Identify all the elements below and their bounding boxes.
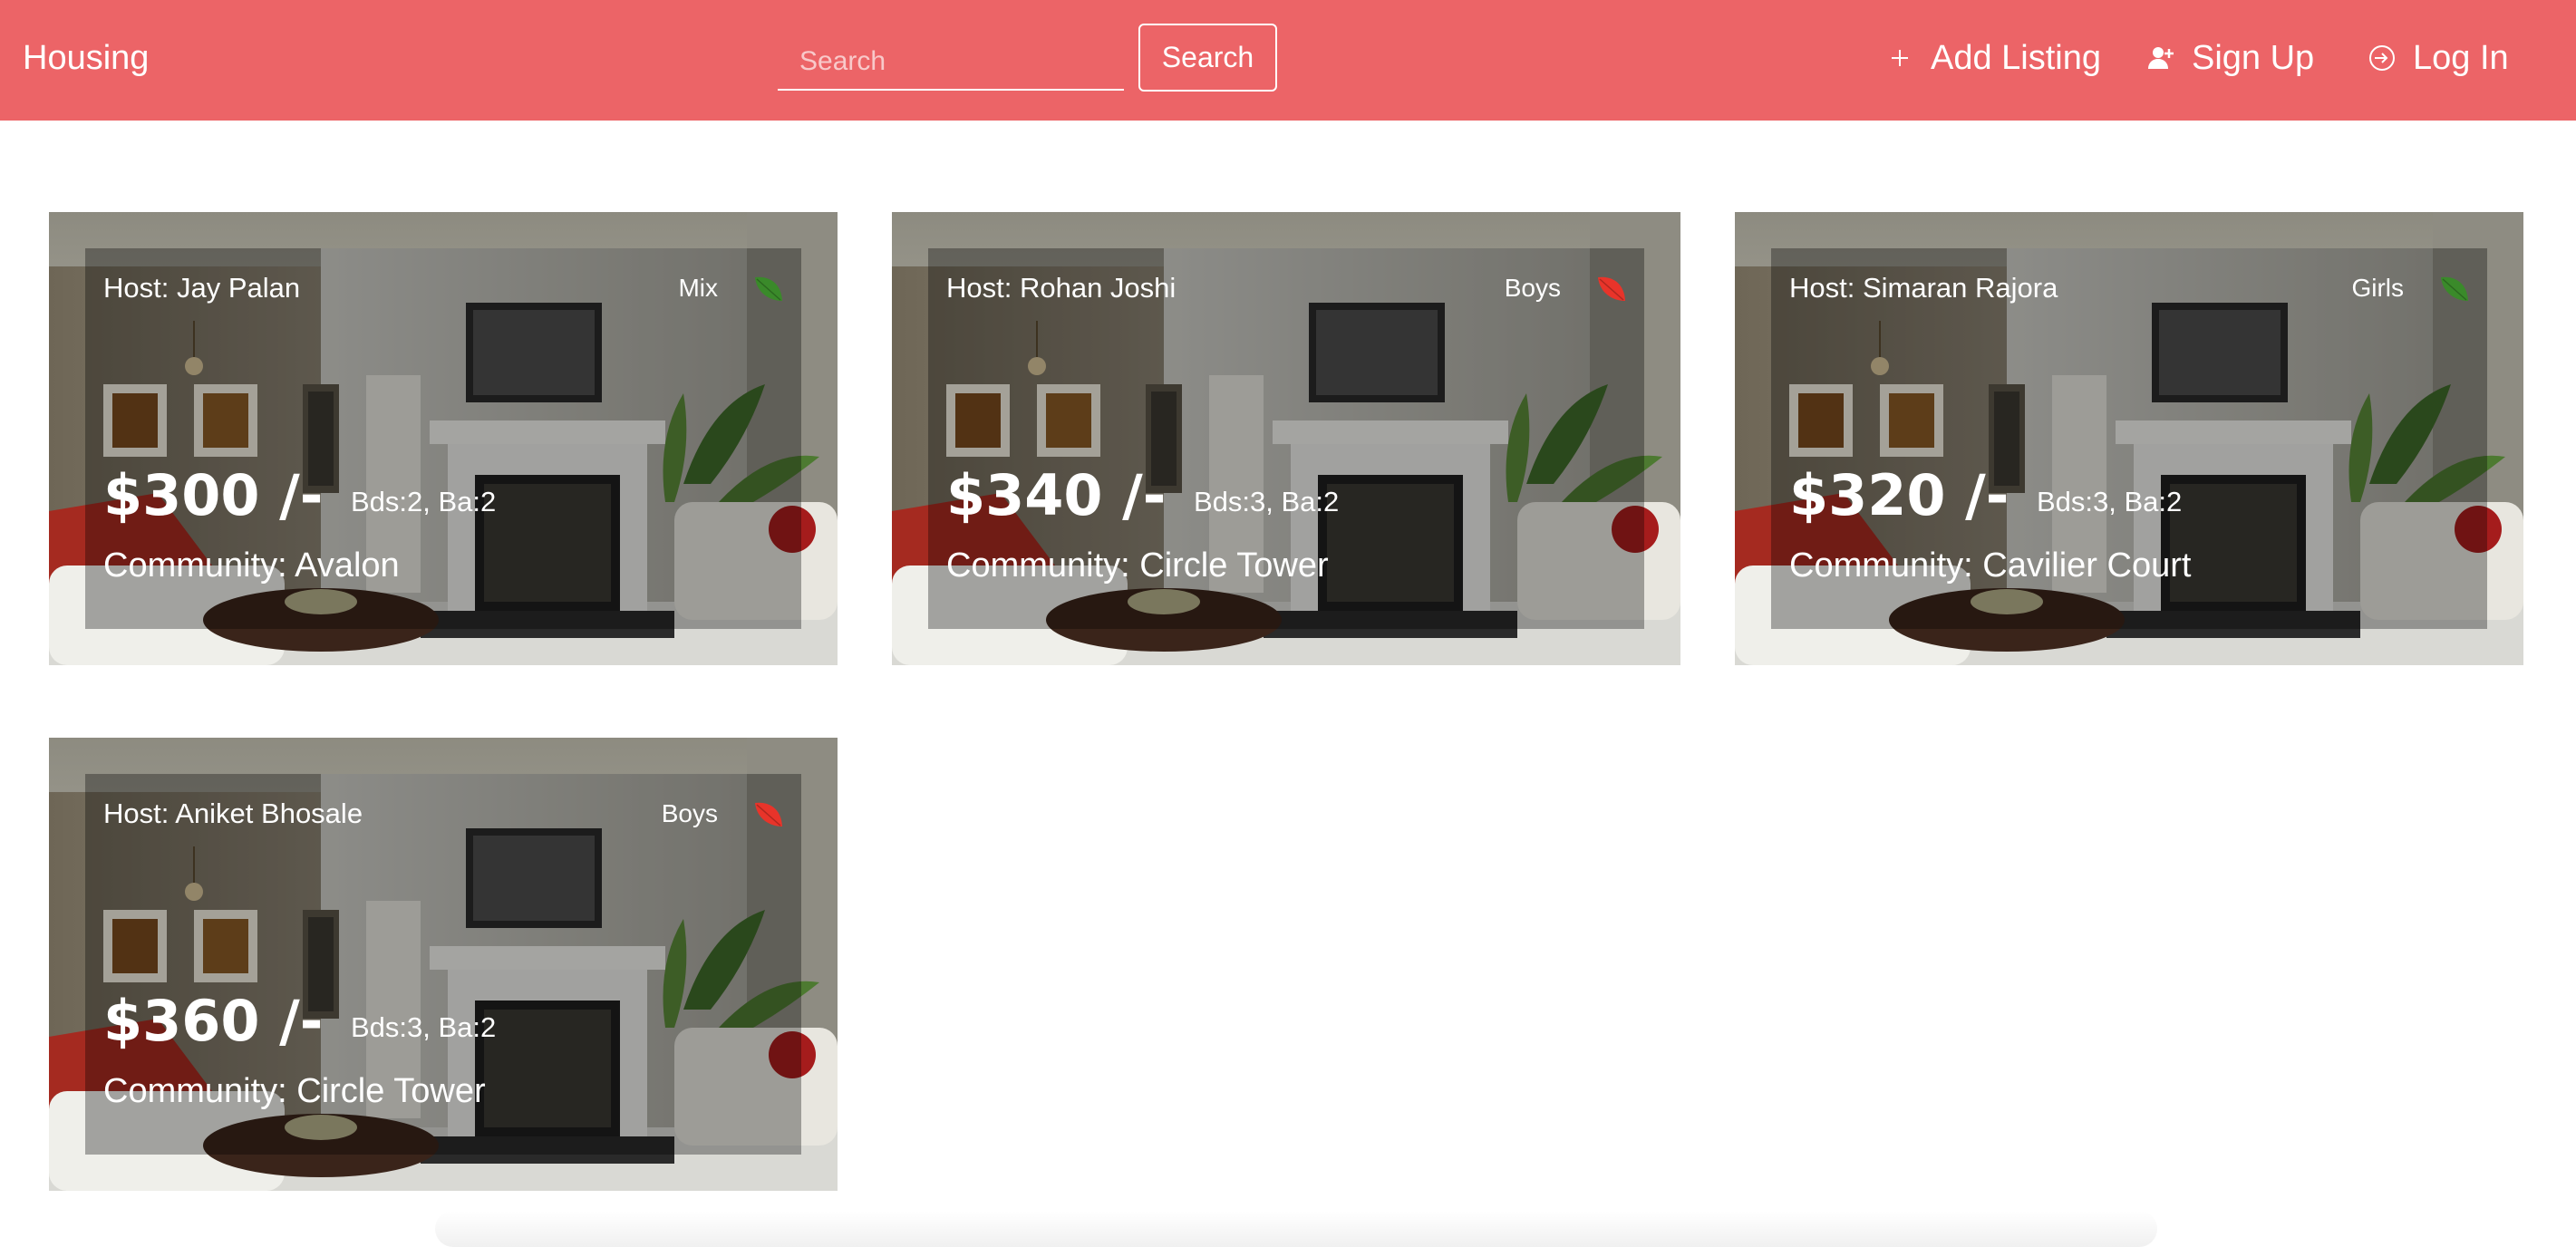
community-name: Community: Cavilier Court (1789, 546, 2192, 585)
search-input[interactable] (778, 34, 1124, 91)
listing-card[interactable]: Host: Aniket Bhosale Boys $360 /- Bds:3,… (49, 738, 838, 1191)
price: $340 /- (946, 462, 1167, 528)
rooms-info: Bds:3, Ba:2 (1194, 486, 1340, 517)
host-name: Host: Simaran Rajora (1789, 272, 2058, 304)
leaf-icon (752, 274, 785, 304)
sign-up-link[interactable]: Sign Up (2146, 34, 2314, 82)
host-name: Host: Rohan Joshi (946, 272, 1177, 304)
rooms-info: Bds:2, Ba:2 (351, 486, 497, 517)
log-in-link[interactable]: Log In (2368, 34, 2509, 82)
community-name: Community: Avalon (103, 546, 400, 585)
leaf-icon (752, 799, 785, 830)
community-name: Community: Circle Tower (946, 546, 1329, 585)
navbar: Housing Search Add Listing Sign Up Log I… (0, 0, 2576, 121)
leaf-icon (1595, 274, 1628, 304)
add-listing-link[interactable]: Add Listing (1885, 34, 2101, 82)
add-listing-label: Add Listing (1931, 38, 2102, 77)
price: $320 /- (1789, 462, 2009, 528)
log-in-icon (2368, 44, 2397, 72)
sign-up-label: Sign Up (2192, 38, 2315, 77)
price: $360 /- (103, 988, 324, 1054)
host-name: Host: Aniket Bhosale (103, 798, 363, 829)
price: $300 /- (103, 462, 324, 528)
rooms-info: Bds:3, Ba:2 (2037, 486, 2183, 517)
leaf-icon (2438, 274, 2471, 304)
footer-shadow (435, 1211, 2157, 1247)
gender-label: Boys (1504, 274, 1561, 302)
user-plus-icon (2146, 44, 2175, 72)
log-in-label: Log In (2413, 38, 2509, 77)
search-button[interactable]: Search (1138, 24, 1277, 92)
gender-label: Mix (678, 274, 718, 302)
gender-label: Girls (2351, 274, 2404, 302)
rooms-info: Bds:3, Ba:2 (351, 1011, 497, 1043)
host-name: Host: Jay Palan (103, 272, 301, 304)
listing-card[interactable]: Host: Rohan Joshi Boys $340 /- Bds:3, Ba… (892, 212, 1680, 665)
brand-logo[interactable]: Housing (23, 34, 149, 82)
listing-card[interactable]: Host: Jay Palan Mix $300 /- Bds:2, Ba:2 … (49, 212, 838, 665)
plus-icon (1885, 44, 1914, 72)
listing-card[interactable]: Host: Simaran Rajora Girls $320 /- Bds:3… (1735, 212, 2523, 665)
community-name: Community: Circle Tower (103, 1072, 486, 1110)
gender-label: Boys (661, 799, 718, 827)
